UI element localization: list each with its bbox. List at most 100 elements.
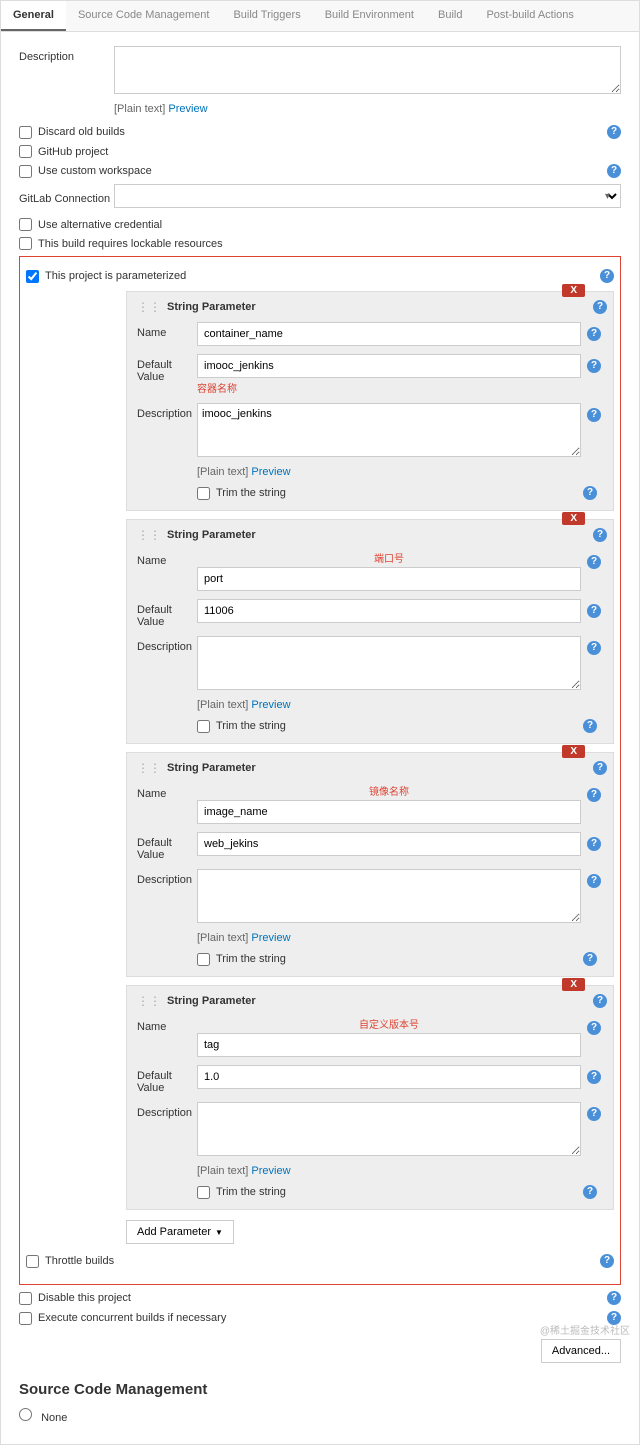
help-icon[interactable]: ? — [587, 837, 601, 851]
trim-string-label: Trim the string — [216, 953, 286, 965]
trim-string-checkbox[interactable] — [197, 487, 210, 500]
param-name-input[interactable] — [197, 567, 581, 591]
scm-none-radio[interactable] — [19, 1408, 32, 1421]
param-default-input[interactable] — [197, 354, 581, 378]
param-name-input[interactable] — [197, 800, 581, 824]
watermark: @稀土掘金技术社区 — [540, 1322, 630, 1337]
add-parameter-button[interactable]: Add Parameter▼ — [126, 1220, 234, 1244]
delete-parameter-button[interactable]: X — [562, 512, 585, 525]
help-icon[interactable]: ? — [587, 1021, 601, 1035]
trim-string-checkbox[interactable] — [197, 1186, 210, 1199]
parameter-type-title: String Parameter — [167, 762, 256, 774]
preview-link[interactable]: Preview — [251, 699, 290, 711]
string-parameter-block: X ⋮⋮ String Parameter ? Name ? Default V… — [126, 291, 614, 511]
trim-string-label: Trim the string — [216, 487, 286, 499]
parameterized-label: This project is parameterized — [45, 270, 186, 282]
help-icon[interactable]: ? — [600, 269, 614, 283]
description-textarea[interactable] — [114, 46, 621, 94]
name-label: Name — [137, 783, 197, 800]
plain-text-label: [Plain text] — [114, 103, 165, 115]
help-icon[interactable]: ? — [593, 761, 607, 775]
string-parameter-block: X ⋮⋮ String Parameter ? Name 端口号 ? Defau… — [126, 519, 614, 744]
help-icon[interactable]: ? — [587, 1070, 601, 1084]
lockable-resources-checkbox[interactable] — [19, 237, 32, 250]
help-icon[interactable]: ? — [587, 327, 601, 341]
trim-string-checkbox[interactable] — [197, 720, 210, 733]
drag-handle-icon[interactable]: ⋮⋮ — [137, 994, 161, 1008]
tab-environment[interactable]: Build Environment — [313, 1, 426, 31]
help-icon[interactable]: ? — [593, 300, 607, 314]
help-icon[interactable]: ? — [587, 555, 601, 569]
disable-project-checkbox[interactable] — [19, 1292, 32, 1305]
parameterized-highlight: This project is parameterized ? X ⋮⋮ Str… — [19, 256, 621, 1285]
param-description-label: Description — [137, 1102, 197, 1119]
param-default-input[interactable] — [197, 599, 581, 623]
drag-handle-icon[interactable]: ⋮⋮ — [137, 300, 161, 314]
trim-string-label: Trim the string — [216, 720, 286, 732]
help-icon[interactable]: ? — [607, 164, 621, 178]
gitlab-connection-label: GitLab Connection — [19, 188, 114, 205]
help-icon[interactable]: ? — [587, 408, 601, 422]
custom-workspace-checkbox[interactable] — [19, 165, 32, 178]
help-icon[interactable]: ? — [593, 994, 607, 1008]
param-description-textarea[interactable] — [197, 869, 581, 923]
drag-handle-icon[interactable]: ⋮⋮ — [137, 528, 161, 542]
delete-parameter-button[interactable]: X — [562, 284, 585, 297]
disable-project-label: Disable this project — [38, 1292, 131, 1304]
trim-string-label: Trim the string — [216, 1186, 286, 1198]
param-description-textarea[interactable] — [197, 1102, 581, 1156]
tab-build[interactable]: Build — [426, 1, 474, 31]
help-icon[interactable]: ? — [587, 604, 601, 618]
string-parameter-block: X ⋮⋮ String Parameter ? Name 自定义版本号 ? De… — [126, 985, 614, 1210]
help-icon[interactable]: ? — [587, 359, 601, 373]
throttle-builds-label: Throttle builds — [45, 1255, 114, 1267]
custom-workspace-label: Use custom workspace — [38, 165, 152, 177]
help-icon[interactable]: ? — [583, 719, 597, 733]
help-icon[interactable]: ? — [587, 874, 601, 888]
help-icon[interactable]: ? — [600, 1254, 614, 1268]
delete-parameter-button[interactable]: X — [562, 978, 585, 991]
plain-text-label: [Plain text] — [197, 466, 248, 478]
lockable-resources-label: This build requires lockable resources — [38, 238, 223, 250]
trim-string-checkbox[interactable] — [197, 953, 210, 966]
preview-link[interactable]: Preview — [251, 932, 290, 944]
help-icon[interactable]: ? — [583, 952, 597, 966]
tab-triggers[interactable]: Build Triggers — [221, 1, 312, 31]
help-icon[interactable]: ? — [583, 1185, 597, 1199]
concurrent-builds-checkbox[interactable] — [19, 1312, 32, 1325]
discard-builds-checkbox[interactable] — [19, 126, 32, 139]
scm-section-title: Source Code Management — [19, 1381, 621, 1398]
throttle-builds-checkbox[interactable] — [26, 1255, 39, 1268]
tab-scm[interactable]: Source Code Management — [66, 1, 221, 31]
help-icon[interactable]: ? — [587, 641, 601, 655]
alt-credential-label: Use alternative credential — [38, 219, 162, 231]
drag-handle-icon[interactable]: ⋮⋮ — [137, 761, 161, 775]
help-icon[interactable]: ? — [587, 1107, 601, 1121]
help-icon[interactable]: ? — [593, 528, 607, 542]
param-name-input[interactable] — [197, 1033, 581, 1057]
config-tabs: General Source Code Management Build Tri… — [1, 1, 639, 32]
tab-general[interactable]: General — [1, 1, 66, 31]
param-description-textarea[interactable]: imooc_jenkins — [197, 403, 581, 457]
param-name-input[interactable] — [197, 322, 581, 346]
alt-credential-checkbox[interactable] — [19, 218, 32, 231]
default-value-label: Default Value — [137, 599, 197, 628]
param-description-textarea[interactable] — [197, 636, 581, 690]
github-project-checkbox[interactable] — [19, 145, 32, 158]
help-icon[interactable]: ? — [583, 486, 597, 500]
param-default-input[interactable] — [197, 832, 581, 856]
gitlab-connection-select[interactable] — [114, 184, 621, 208]
parameterized-checkbox[interactable] — [26, 270, 39, 283]
advanced-button[interactable]: Advanced... — [541, 1339, 621, 1363]
preview-link[interactable]: Preview — [251, 466, 290, 478]
help-icon[interactable]: ? — [607, 125, 621, 139]
help-icon[interactable]: ? — [587, 788, 601, 802]
preview-link[interactable]: Preview — [251, 1165, 290, 1177]
name-label: Name — [137, 550, 197, 567]
preview-link[interactable]: Preview — [168, 103, 207, 115]
scm-none-label: None — [41, 1412, 67, 1424]
tab-postbuild[interactable]: Post-build Actions — [474, 1, 585, 31]
delete-parameter-button[interactable]: X — [562, 745, 585, 758]
help-icon[interactable]: ? — [607, 1291, 621, 1305]
param-default-input[interactable] — [197, 1065, 581, 1089]
